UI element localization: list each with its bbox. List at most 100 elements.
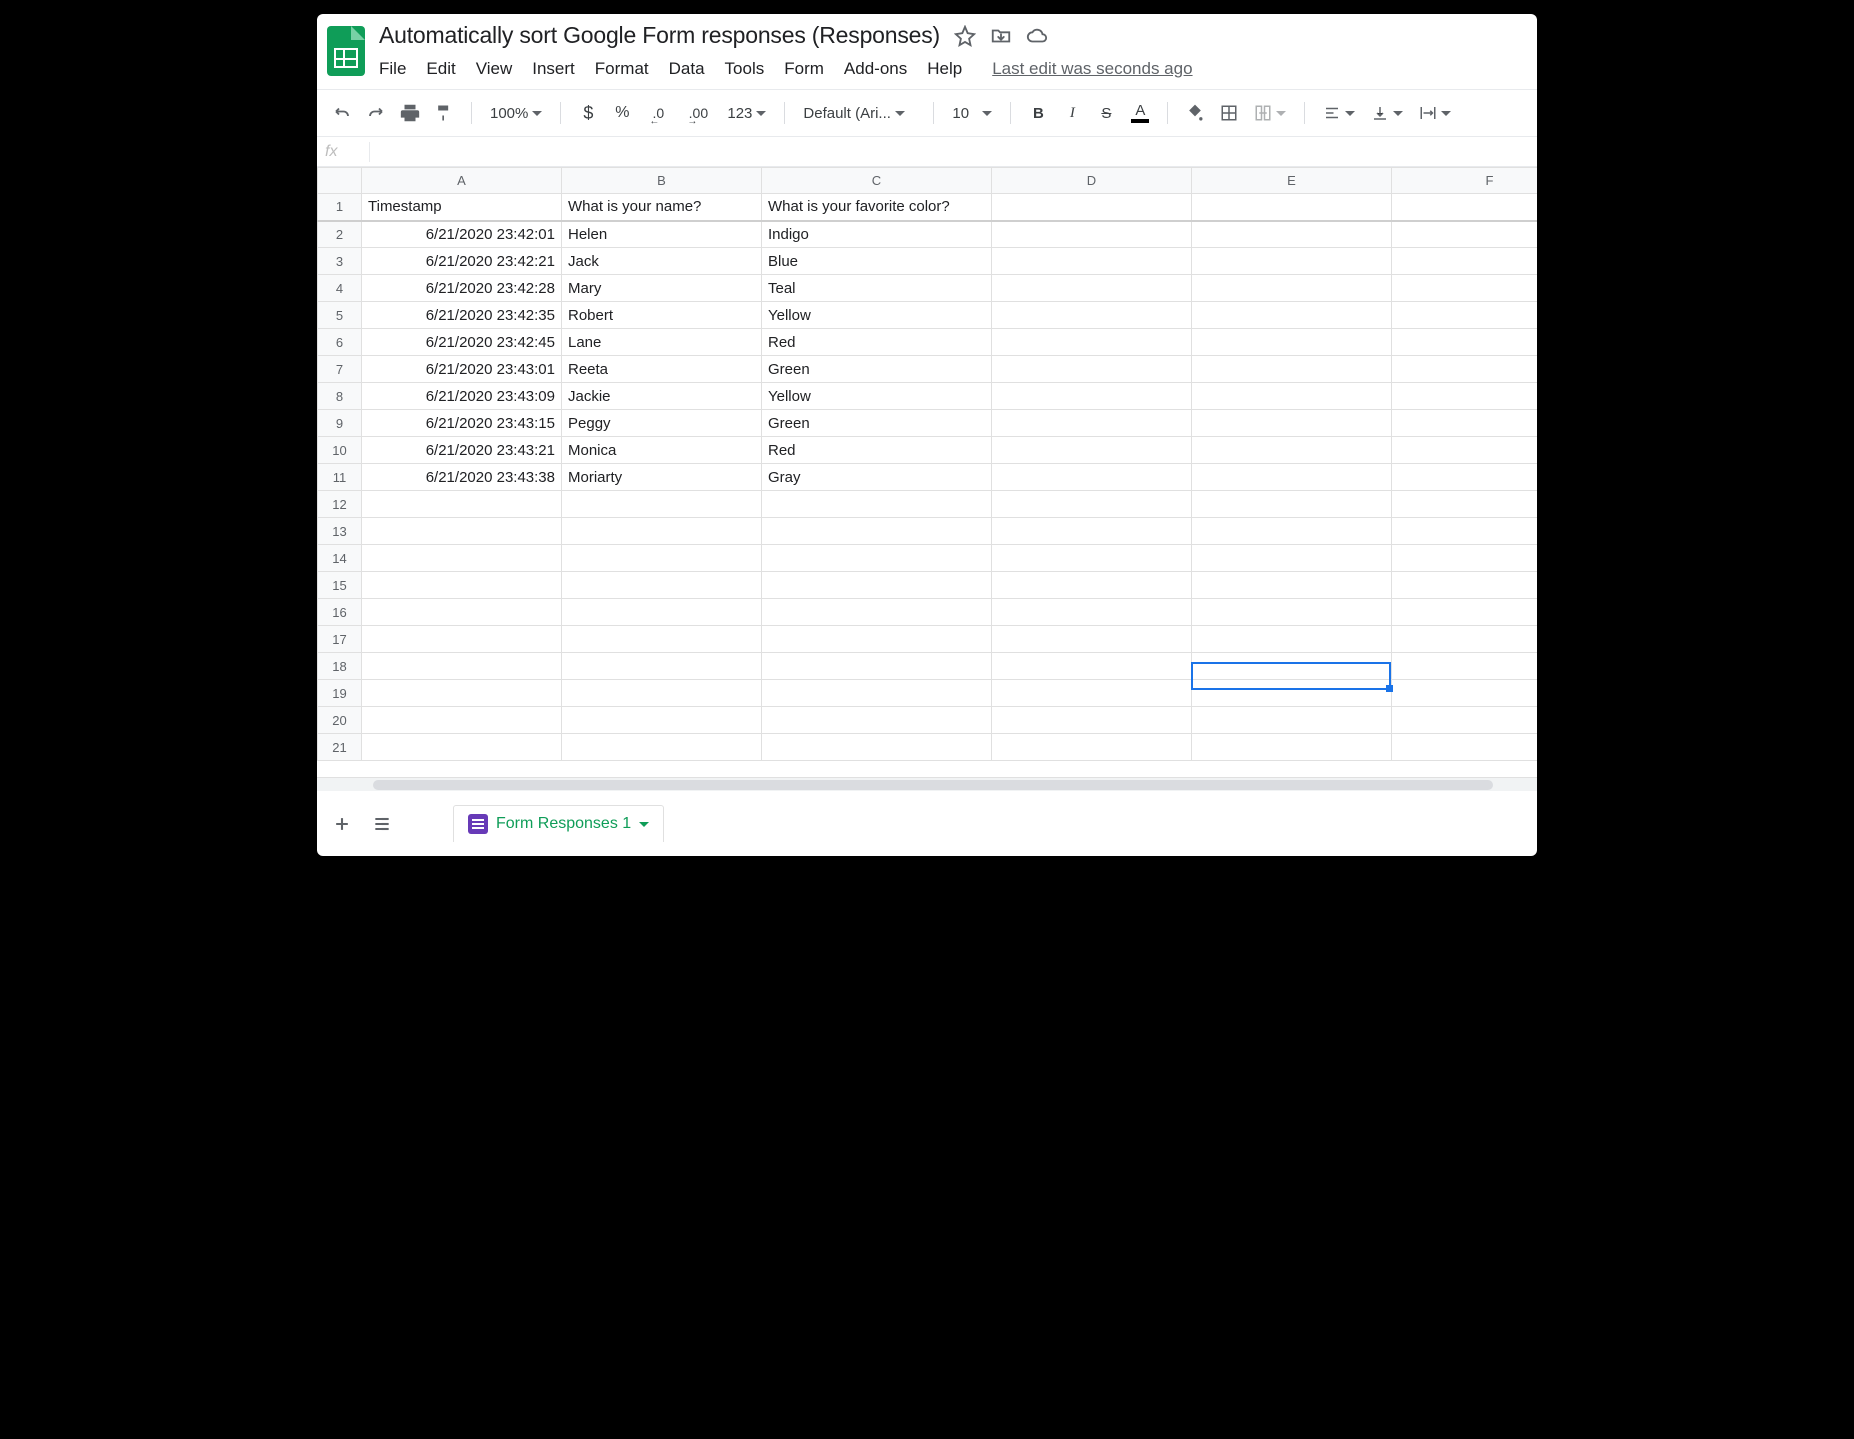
move-to-folder-icon[interactable] [990,25,1012,47]
cell-D15[interactable] [992,572,1192,599]
horizontal-align-dropdown[interactable] [1319,104,1359,122]
cell-C3[interactable]: Blue [762,248,992,275]
cell-B1[interactable]: What is your name? [562,194,762,221]
cell-C12[interactable] [762,491,992,518]
cell-D4[interactable] [992,275,1192,302]
cell-A1[interactable]: Timestamp [362,194,562,221]
cell-C14[interactable] [762,545,992,572]
cell-C5[interactable]: Yellow [762,302,992,329]
cell-C15[interactable] [762,572,992,599]
cell-E11[interactable] [1192,464,1392,491]
row-header[interactable]: 1 [318,194,362,221]
row-header[interactable]: 15 [318,572,362,599]
cell-D5[interactable] [992,302,1192,329]
row-header[interactable]: 18 [318,653,362,680]
cell-A9[interactable]: 6/21/2020 23:43:15 [362,410,562,437]
cell-C16[interactable] [762,599,992,626]
cell-F18[interactable] [1392,653,1538,680]
column-header-C[interactable]: C [762,168,992,194]
row-header[interactable]: 10 [318,437,362,464]
print-icon[interactable] [397,100,423,126]
cell-E17[interactable] [1192,626,1392,653]
cell-F7[interactable] [1392,356,1538,383]
text-color-button[interactable]: A [1127,100,1153,126]
cell-D11[interactable] [992,464,1192,491]
cell-D2[interactable] [992,221,1192,248]
font-size-dropdown[interactable]: 10 [948,105,996,122]
row-header[interactable]: 6 [318,329,362,356]
cell-D17[interactable] [992,626,1192,653]
cell-F6[interactable] [1392,329,1538,356]
cell-A14[interactable] [362,545,562,572]
star-icon[interactable] [954,25,976,47]
cell-C4[interactable]: Teal [762,275,992,302]
cell-F5[interactable] [1392,302,1538,329]
cell-E10[interactable] [1192,437,1392,464]
cell-B3[interactable]: Jack [562,248,762,275]
row-header[interactable]: 9 [318,410,362,437]
cell-A20[interactable] [362,707,562,734]
cell-B21[interactable] [562,734,762,761]
cell-F1[interactable] [1392,194,1538,221]
cell-A17[interactable] [362,626,562,653]
cell-A16[interactable] [362,599,562,626]
bold-button[interactable]: B [1025,100,1051,126]
cell-E1[interactable] [1192,194,1392,221]
cell-B4[interactable]: Mary [562,275,762,302]
cloud-saved-icon[interactable] [1026,25,1048,47]
cell-E18[interactable] [1192,653,1392,680]
cell-B8[interactable]: Jackie [562,383,762,410]
cell-B13[interactable] [562,518,762,545]
borders-button[interactable] [1216,100,1242,126]
scrollbar-thumb[interactable] [373,780,1493,790]
row-header[interactable]: 4 [318,275,362,302]
cell-D20[interactable] [992,707,1192,734]
cell-E19[interactable] [1192,680,1392,707]
currency-button[interactable]: $ [575,100,601,126]
cell-B12[interactable] [562,491,762,518]
merge-cells-dropdown[interactable] [1250,104,1290,122]
cell-C19[interactable] [762,680,992,707]
menu-data[interactable]: Data [669,57,705,81]
cell-F20[interactable] [1392,707,1538,734]
row-header[interactable]: 5 [318,302,362,329]
cell-B6[interactable]: Lane [562,329,762,356]
cell-E4[interactable] [1192,275,1392,302]
cell-B17[interactable] [562,626,762,653]
cell-B20[interactable] [562,707,762,734]
cell-F10[interactable] [1392,437,1538,464]
cell-B14[interactable] [562,545,762,572]
row-header[interactable]: 20 [318,707,362,734]
row-header[interactable]: 3 [318,248,362,275]
cell-E6[interactable] [1192,329,1392,356]
menu-form[interactable]: Form [784,57,824,81]
cell-C13[interactable] [762,518,992,545]
cell-A13[interactable] [362,518,562,545]
fill-color-button[interactable] [1182,100,1208,126]
cell-F11[interactable] [1392,464,1538,491]
cell-F17[interactable] [1392,626,1538,653]
cell-C7[interactable]: Green [762,356,992,383]
cell-D19[interactable] [992,680,1192,707]
cell-E16[interactable] [1192,599,1392,626]
cell-D9[interactable] [992,410,1192,437]
cell-E9[interactable] [1192,410,1392,437]
percent-button[interactable]: % [609,100,635,126]
cell-F16[interactable] [1392,599,1538,626]
cell-F4[interactable] [1392,275,1538,302]
row-header[interactable]: 8 [318,383,362,410]
cell-B18[interactable] [562,653,762,680]
cell-B9[interactable]: Peggy [562,410,762,437]
cell-D1[interactable] [992,194,1192,221]
cell-A21[interactable] [362,734,562,761]
cell-F8[interactable] [1392,383,1538,410]
cell-F13[interactable] [1392,518,1538,545]
menu-addons[interactable]: Add-ons [844,57,907,81]
cell-C18[interactable] [762,653,992,680]
cell-D16[interactable] [992,599,1192,626]
menu-edit[interactable]: Edit [426,57,455,81]
menu-help[interactable]: Help [927,57,962,81]
menu-view[interactable]: View [476,57,513,81]
cell-C2[interactable]: Indigo [762,221,992,248]
italic-button[interactable]: I [1059,100,1085,126]
